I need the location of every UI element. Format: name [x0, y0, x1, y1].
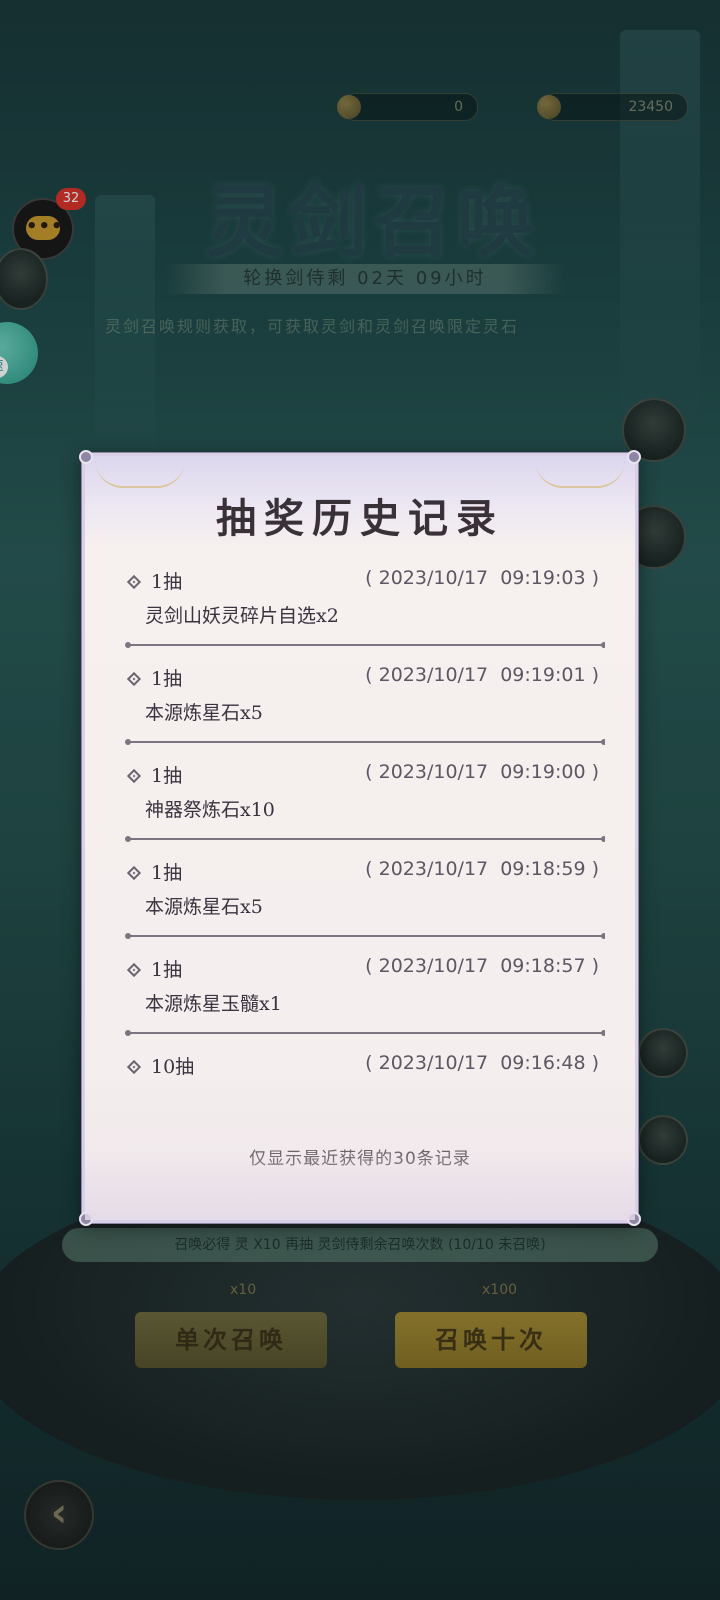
record-timestamp: ( 2023/10/17 09:19:00 ) [365, 761, 599, 783]
record-divider [125, 933, 605, 939]
bullet-diamond-icon [126, 1059, 142, 1075]
record-divider [125, 739, 605, 745]
header-ornament-right [535, 460, 625, 488]
record-draw-count: 1抽 [151, 959, 183, 981]
lottery-history-dialog: 抽奖历史记录 1抽 ( 2023/10/17 09:19:03 ) 灵剑山妖灵碎… [79, 450, 641, 1226]
record-timestamp: ( 2023/10/17 09:18:59 ) [365, 858, 599, 880]
record-timestamp: ( 2023/10/17 09:16:48 ) [365, 1052, 599, 1074]
record-row: 1抽 ( 2023/10/17 09:18:57 ) 本源炼星玉髓x1 [125, 949, 605, 1046]
record-divider [125, 836, 605, 842]
record-timestamp: ( 2023/10/17 09:18:57 ) [365, 955, 599, 977]
record-reward: 本源炼星玉髓x1 [145, 993, 282, 1015]
record-reward: 本源炼星石x5 [145, 702, 263, 724]
record-draw-count: 1抽 [151, 571, 183, 593]
corner-ornament-tr [627, 450, 641, 464]
record-draw-count: 1抽 [151, 668, 183, 690]
record-timestamp: ( 2023/10/17 09:19:03 ) [365, 567, 599, 589]
record-row: 1抽 ( 2023/10/17 09:19:03 ) 灵剑山妖灵碎片自选x2 [125, 561, 605, 658]
record-row: 10抽 ( 2023/10/17 09:16:48 ) [125, 1046, 605, 1124]
bullet-diamond-icon [126, 865, 142, 881]
corner-ornament-tl [79, 450, 93, 464]
record-row: 1抽 ( 2023/10/17 09:18:59 ) 本源炼星石x5 [125, 852, 605, 949]
record-timestamp: ( 2023/10/17 09:19:01 ) [365, 664, 599, 686]
record-divider [125, 1030, 605, 1036]
record-draw-count: 1抽 [151, 765, 183, 787]
record-divider [125, 642, 605, 648]
record-draw-count: 10抽 [151, 1056, 195, 1078]
game-screen: 0 23450 灵剑召唤 轮换剑侍剩 02天 09小时 灵剑召唤规则获取，可获取… [0, 0, 720, 1600]
record-reward: 本源炼星石x5 [145, 896, 263, 918]
record-list[interactable]: 1抽 ( 2023/10/17 09:19:03 ) 灵剑山妖灵碎片自选x2 1… [125, 561, 605, 1124]
record-reward: 灵剑山妖灵碎片自选x2 [145, 605, 339, 627]
record-row: 1抽 ( 2023/10/17 09:19:01 ) 本源炼星石x5 [125, 658, 605, 755]
record-reward: 神器祭炼石x10 [145, 799, 275, 821]
bullet-diamond-icon [126, 671, 142, 687]
bullet-diamond-icon [126, 768, 142, 784]
bullet-diamond-icon [126, 962, 142, 978]
header-ornament-left [95, 460, 185, 488]
bullet-diamond-icon [126, 574, 142, 590]
record-row: 1抽 ( 2023/10/17 09:19:00 ) 神器祭炼石x10 [125, 755, 605, 852]
record-draw-count: 1抽 [151, 862, 183, 884]
dialog-bottom-pattern [85, 1150, 635, 1220]
dialog-title: 抽奖历史记录 [216, 495, 504, 542]
